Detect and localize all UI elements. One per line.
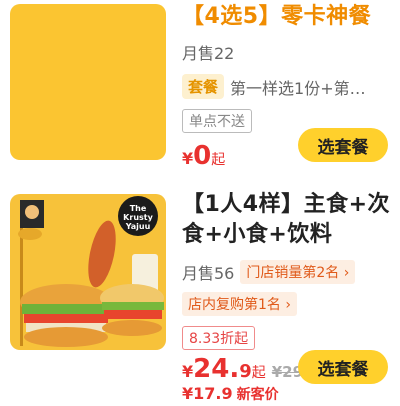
chevron-right-icon: ›: [280, 297, 291, 313]
set-meal-tag: 套餐: [182, 74, 225, 99]
no-single-delivery-tag: 单点不送: [182, 109, 252, 133]
discount-tag: 8.33折起: [182, 326, 256, 350]
price-symbol: ¥: [182, 149, 194, 168]
product-image[interactable]: The Krusty Yajuu: [10, 194, 166, 350]
product-card[interactable]: The Krusty Yajuu 【1人4样】主食+次 食+小食+饮料 月售56…: [0, 190, 400, 406]
price-suffix: 起: [211, 152, 226, 168]
product-card[interactable]: 【4选5】零卡神餐 月售22 套餐 第一样选1份+第… 单点不送 ¥ 0 起 选…: [0, 0, 400, 171]
new-customer-label: 新客价: [236, 387, 279, 403]
product-image[interactable]: [10, 4, 166, 160]
monthly-sales: 月售22: [182, 44, 235, 63]
price-decimal: 9: [239, 361, 252, 382]
product-title: 【4选5】零卡神餐: [182, 4, 372, 29]
monthly-sales: 月售56: [182, 264, 235, 283]
choose-set-button[interactable]: 选套餐: [298, 128, 388, 162]
svg-text:Krusty: Krusty: [123, 213, 153, 222]
price-value: 0: [193, 141, 212, 171]
price-suffix: 起: [251, 365, 266, 381]
choose-set-button[interactable]: 选套餐: [298, 350, 388, 384]
chevron-right-icon: ›: [339, 265, 350, 281]
burger-meal-illustration: The Krusty Yajuu: [18, 196, 164, 347]
svg-text:Yajuu: Yajuu: [125, 222, 151, 231]
price-symbol: ¥: [182, 362, 194, 381]
store-sales-rank-tag[interactable]: 门店销量第2名 ›: [240, 260, 356, 284]
price-integer: 24.: [193, 354, 240, 384]
svg-text:The: The: [130, 204, 147, 213]
product-title: 【1人4样】主食+次 食+小食+饮料: [182, 192, 391, 247]
new-customer-price: ¥17.9: [182, 384, 233, 403]
set-description: 第一样选1份+第…: [230, 78, 366, 98]
repurchase-rank-tag[interactable]: 店内复购第1名 ›: [182, 292, 297, 316]
